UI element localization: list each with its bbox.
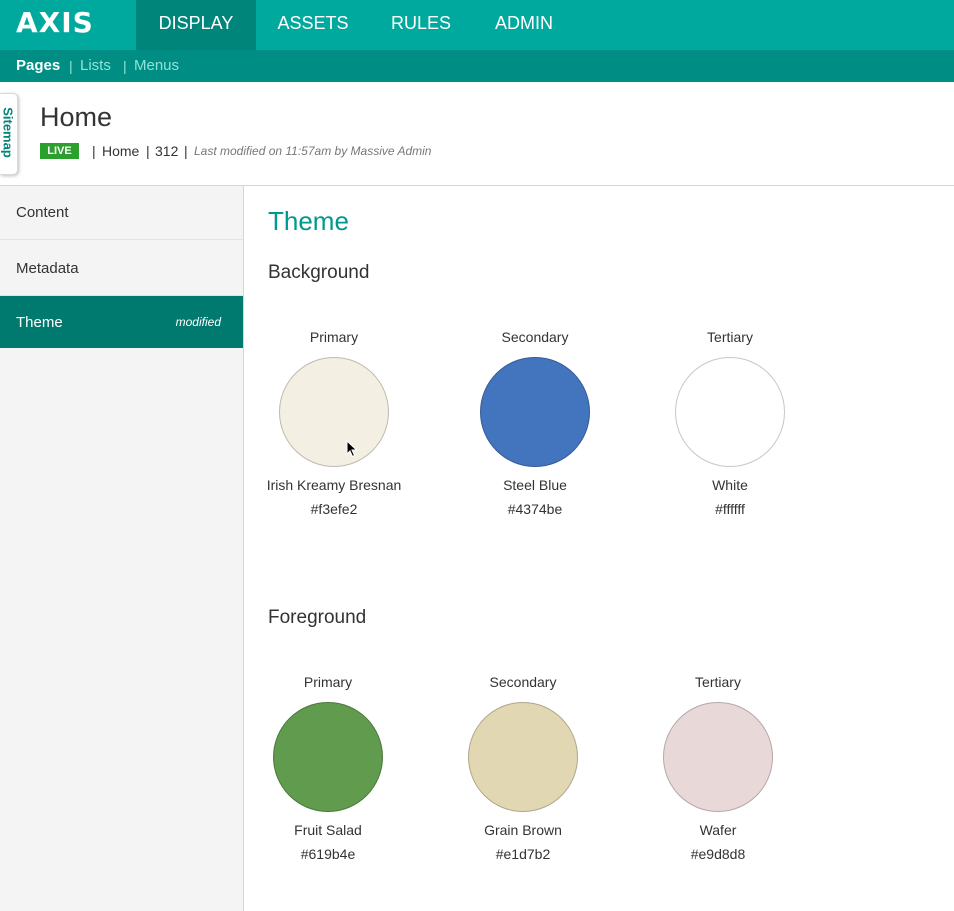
modified-badge: modified	[175, 315, 221, 329]
subnav-lists[interactable]: Lists	[80, 50, 111, 82]
section-title: Theme	[268, 206, 349, 236]
background-group-title: Background	[268, 262, 370, 283]
swatch-color-hex: #f3efe2	[310, 501, 358, 517]
subnav-separator: |	[123, 58, 127, 74]
sub-nav-bar: Pages | Lists | Menus	[0, 50, 954, 82]
swatch-role-label: Tertiary	[695, 674, 741, 690]
foreground-primary-color-swatch[interactable]	[273, 702, 383, 812]
nav-assets[interactable]: ASSETS	[264, 0, 362, 50]
swatch-color-hex: #619b4e	[300, 846, 356, 862]
background-tertiary-color-swatch[interactable]	[675, 357, 785, 467]
sitemap-label: Sitemap	[0, 107, 16, 158]
sitemap-tab[interactable]: Sitemap	[0, 93, 18, 175]
page-title: Home	[40, 102, 113, 132]
sidebar-item-theme[interactable]: Theme modified	[0, 296, 243, 348]
sidebar-item-label: Content	[16, 204, 69, 221]
swatch-color-name: Fruit Salad	[294, 822, 362, 838]
swatch-color-name: Wafer	[699, 822, 737, 838]
page-id: 312	[155, 143, 179, 159]
background-tertiary-swatch-block: Tertiary White #ffffff	[655, 329, 805, 517]
sidebar-item-content[interactable]: Content	[0, 186, 243, 240]
axis-logo[interactable]: AXIS	[16, 6, 94, 39]
swatch-color-name: Irish Kreamy Bresnan	[266, 477, 402, 493]
foreground-tertiary-swatch-block: Tertiary Wafer #e9d8d8	[643, 674, 793, 862]
meta-separator: |	[146, 143, 150, 159]
live-status-badge: LIVE	[40, 143, 79, 159]
foreground-group-title: Foreground	[268, 607, 367, 628]
swatch-role-label: Tertiary	[707, 329, 753, 345]
background-primary-swatch-block: Primary Irish Kreamy Bresnan #f3efe2	[259, 329, 409, 517]
last-modified-text: Last modified on 11:57am by Massive Admi…	[194, 144, 432, 158]
page-breadcrumb: Home	[102, 143, 140, 159]
swatch-role-label: Secondary	[501, 329, 569, 345]
swatch-color-hex: #4374be	[507, 501, 563, 517]
sidebar: Content Metadata Theme modified	[0, 186, 244, 911]
meta-separator: |	[184, 143, 188, 159]
swatch-role-label: Primary	[309, 329, 359, 345]
top-nav-bar: AXIS DISPLAY ASSETS RULES ADMIN	[0, 0, 954, 50]
foreground-tertiary-color-swatch[interactable]	[663, 702, 773, 812]
swatch-color-name: Grain Brown	[484, 822, 562, 838]
foreground-secondary-color-swatch[interactable]	[468, 702, 578, 812]
swatch-role-label: Secondary	[489, 674, 557, 690]
sidebar-item-label: Theme	[16, 314, 63, 331]
swatch-color-hex: #e9d8d8	[690, 846, 746, 862]
foreground-secondary-swatch-block: Secondary Grain Brown #e1d7b2	[448, 674, 598, 862]
swatch-color-hex: #e1d7b2	[495, 846, 551, 862]
background-secondary-color-swatch[interactable]	[480, 357, 590, 467]
subnav-separator: |	[69, 58, 73, 74]
swatch-color-name: Steel Blue	[503, 477, 567, 493]
nav-rules[interactable]: RULES	[380, 0, 462, 50]
subnav-pages[interactable]: Pages	[16, 50, 60, 82]
mouse-pointer-icon	[346, 440, 358, 458]
background-primary-color-swatch[interactable]	[279, 357, 389, 467]
subnav-menus[interactable]: Menus	[134, 50, 179, 82]
foreground-primary-swatch-block: Primary Fruit Salad #619b4e	[253, 674, 403, 862]
nav-admin[interactable]: ADMIN	[480, 0, 568, 50]
swatch-color-name: White	[712, 477, 748, 493]
background-secondary-swatch-block: Secondary Steel Blue #4374be	[460, 329, 610, 517]
sidebar-item-label: Metadata	[16, 260, 79, 277]
swatch-color-hex: #ffffff	[715, 501, 745, 517]
swatch-role-label: Primary	[303, 674, 353, 690]
meta-separator: |	[92, 143, 96, 159]
sidebar-item-metadata[interactable]: Metadata	[0, 242, 243, 296]
nav-display[interactable]: DISPLAY	[136, 0, 256, 50]
